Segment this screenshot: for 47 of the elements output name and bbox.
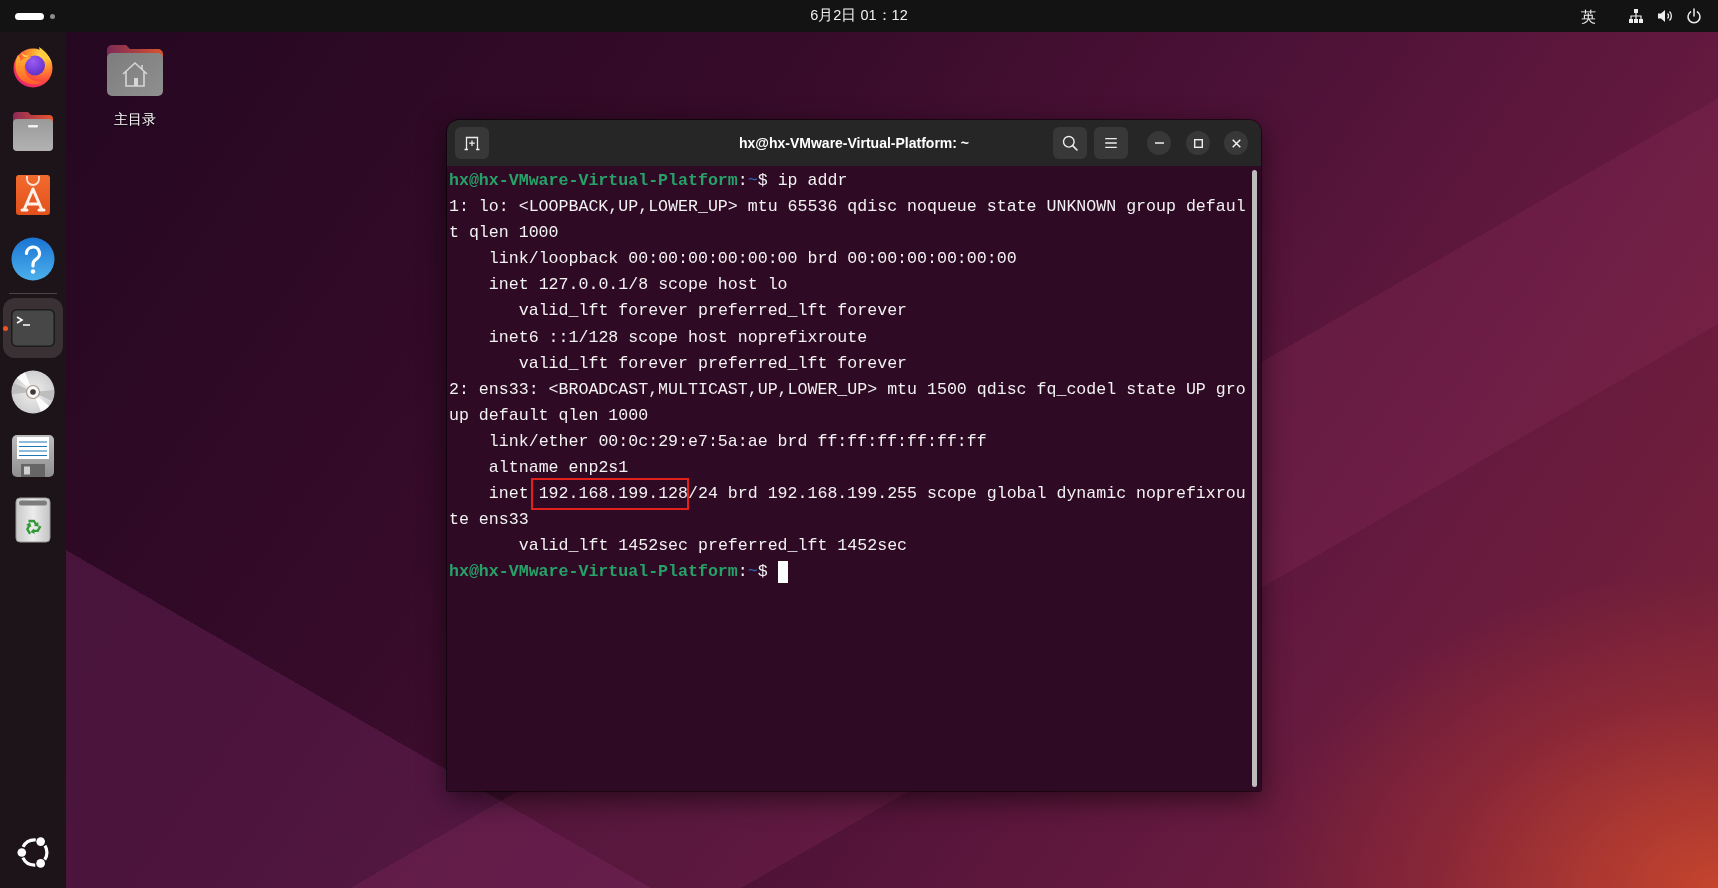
- terminal-output-line: 1: lo: <LOOPBACK,UP,LOWER_UP> mtu 65536 qdisc noqueue state UNKNOWN group defaul: [449, 197, 1246, 217]
- close-icon: [1231, 138, 1241, 148]
- disc-icon[interactable]: [11, 370, 55, 414]
- workspace-dot-icon[interactable]: [50, 13, 55, 19]
- terminal-output-line: link/loopback 00:00:00:00:00:00 brd 00:00:00:00:00:00: [488, 249, 1017, 269]
- terminal-output-line: valid_lft 1452sec preferred_lft 1452sec: [518, 536, 908, 556]
- maximize-button[interactable]: [1186, 131, 1210, 155]
- terminal-output-line: te ens33: [449, 510, 529, 530]
- power-icon[interactable]: [1686, 8, 1702, 24]
- new-tab-button[interactable]: [455, 127, 489, 159]
- minimize-button[interactable]: [1147, 131, 1171, 155]
- shopping-bag-icon[interactable]: [15, 174, 51, 216]
- folder-icon[interactable]: [11, 110, 55, 152]
- desktop-icon-label[interactable]: 主目录: [114, 111, 156, 128]
- terminal-output-line: altname enp2s1: [488, 458, 629, 478]
- terminal-icon[interactable]: [11, 309, 55, 347]
- maximize-icon: [1193, 138, 1203, 148]
- search-button[interactable]: [1053, 127, 1087, 159]
- terminal-output-line: 2: ens33: <BROADCAST,MULTICAST,UP,LOWER_UP> mtu 1500 qdisc fq_codel state UP gro: [449, 379, 1246, 399]
- ring-dots-icon[interactable]: [17, 837, 49, 868]
- scrollbar[interactable]: [1252, 170, 1257, 787]
- terminal-output-line: link/ether 00:0c:29:e7:5a:ae brd ff:ff:ff:ff:ff:ff: [488, 431, 987, 451]
- window-title: hx@hx-VMware-Virtual-Platform: ~: [738, 133, 970, 153]
- menu-icon: [1105, 138, 1117, 148]
- terminal-output-line: up default qlen 1000: [449, 405, 649, 425]
- new-tab-icon: [464, 135, 480, 151]
- workspace-pill-icon[interactable]: [15, 12, 44, 20]
- input-method-indicator[interactable]: 英: [1581, 8, 1596, 24]
- flame-globe-icon[interactable]: [12, 46, 54, 88]
- terminal-output-line: inet6 ::1/128 scope host noprefixroute: [488, 327, 868, 347]
- recycle-bin-icon[interactable]: [15, 497, 51, 543]
- volume-icon[interactable]: [1657, 8, 1673, 24]
- home-folder-icon[interactable]: [107, 44, 163, 96]
- active-app-tile[interactable]: [3, 298, 63, 358]
- terminal-output-line: valid_lft forever preferred_lft forever: [518, 301, 908, 321]
- terminal-output-line: inet 127.0.0.1/8 scope host lo: [488, 275, 788, 295]
- network-icon[interactable]: [1628, 8, 1644, 24]
- prompt-line: hx@hx-VMware-Virtual-Platform:~$: [449, 562, 768, 582]
- close-button[interactable]: [1224, 131, 1248, 155]
- terminal-output-line: t qlen 1000: [449, 223, 559, 243]
- help-icon[interactable]: [11, 237, 55, 281]
- terminal-output-line: valid_lft forever preferred_lft forever: [518, 353, 908, 373]
- menu-button[interactable]: [1094, 127, 1128, 159]
- clock[interactable]: 6月2日 01：12: [810, 5, 908, 27]
- minimize-icon: [1154, 142, 1164, 144]
- prompt-line: hx@hx-VMware-Virtual-Platform:~$ ip addr: [449, 171, 848, 190]
- search-icon: [1062, 135, 1078, 151]
